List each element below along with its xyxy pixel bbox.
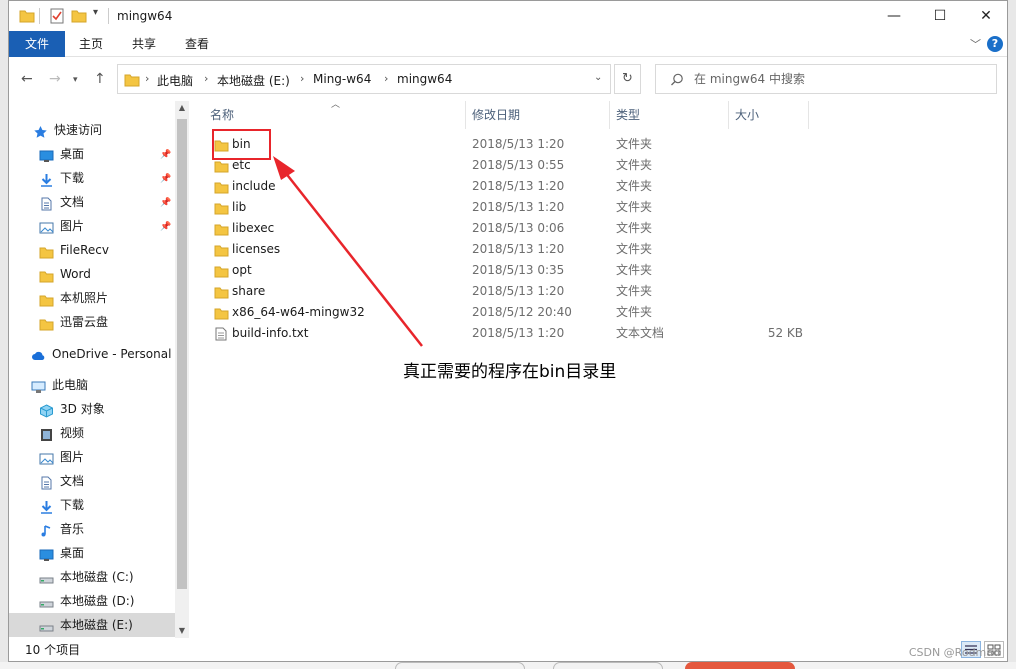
background-button [395,662,525,669]
annotation-text: 真正需要的程序在bin目录里 [403,362,617,382]
background-button [553,662,663,669]
watermark: CSDN @Rodmad [908,646,1000,659]
item-count: 10 个项目 [25,643,81,657]
arrow-head-icon [273,156,295,180]
annotation-arrow [273,156,423,347]
explorer-window: ▾ mingw64 — ☐ ✕ 文件 主页 共享 查看 ﹀ ? ← → ▾ ↑ … [8,0,1008,662]
status-bar: 10 个项目 [9,639,1007,661]
background-button [685,662,795,669]
